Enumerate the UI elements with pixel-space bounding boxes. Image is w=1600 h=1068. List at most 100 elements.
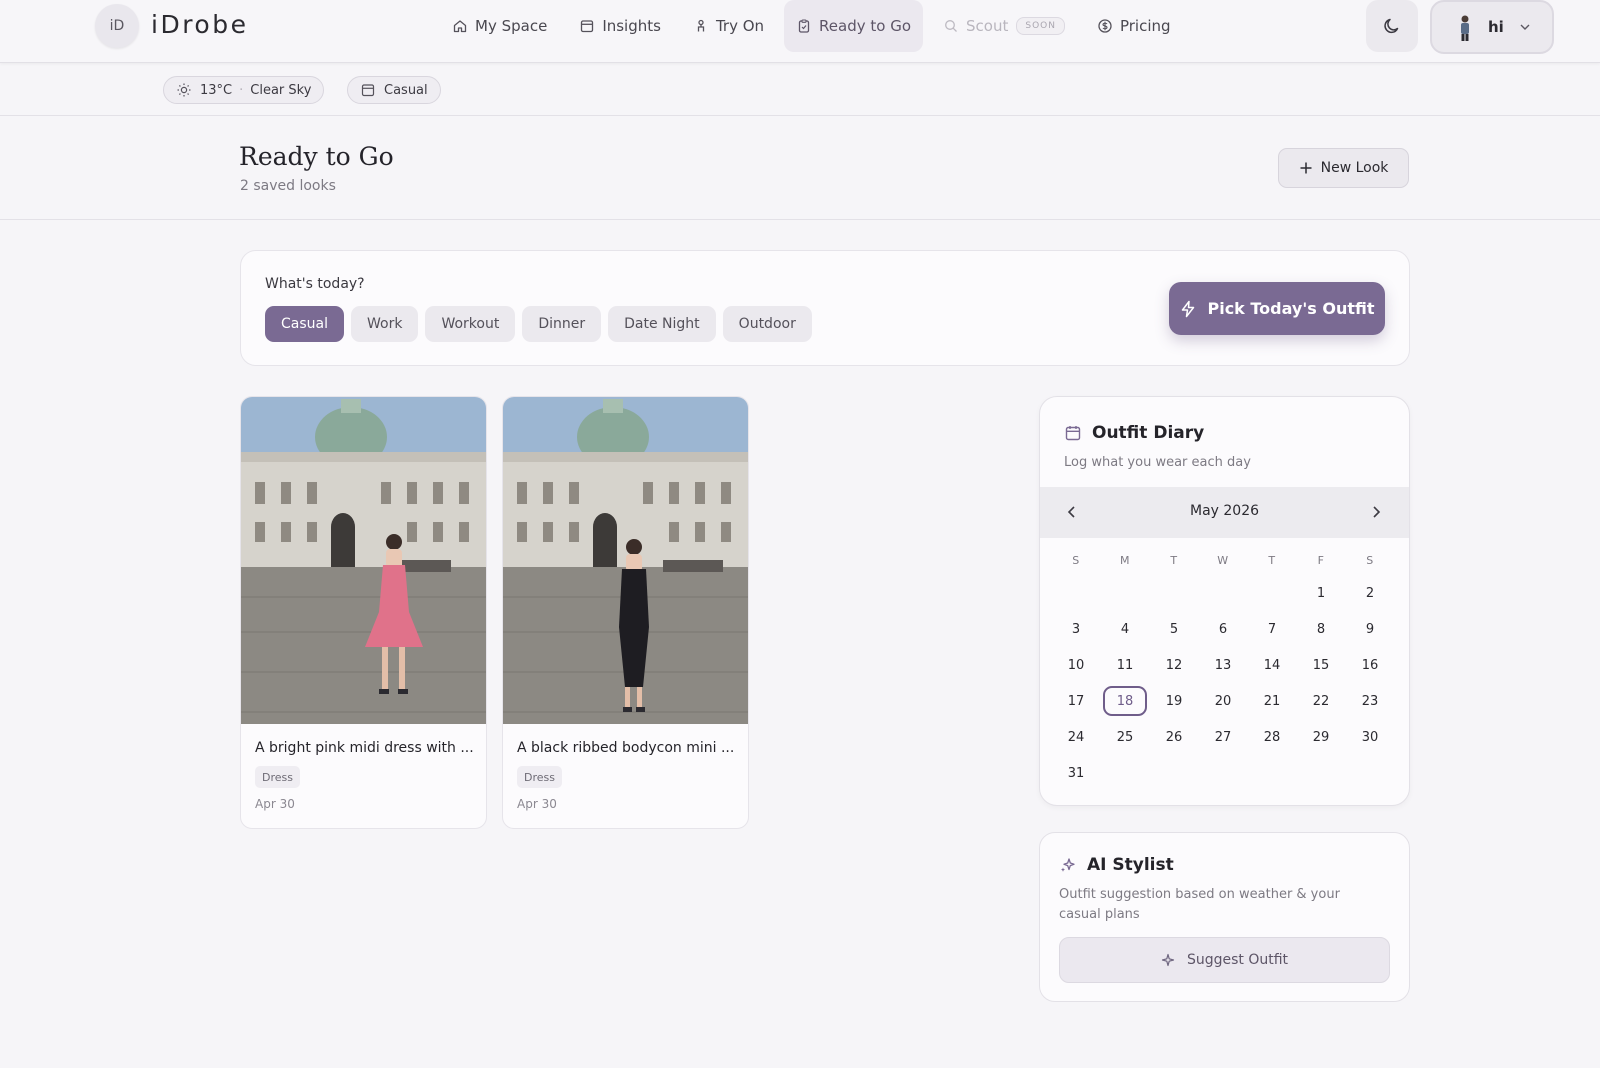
logo-badge[interactable]: iD	[95, 4, 139, 48]
occasion-card: What's today? Casual Work Workout Dinner…	[240, 250, 1410, 366]
search-icon	[945, 20, 957, 32]
ai-stylist-card: AI Stylist Outfit suggestion based on we…	[1039, 832, 1410, 1002]
calendar-day[interactable]: 26	[1152, 722, 1196, 752]
nav-label: Insights	[602, 17, 661, 35]
home-icon	[453, 20, 467, 33]
context-bar: 13°C · Clear Sky Casual	[0, 63, 1600, 116]
occasion-chip[interactable]: Casual	[347, 76, 441, 104]
calendar-day[interactable]: 14	[1250, 650, 1294, 680]
calendar-day[interactable]: 10	[1054, 650, 1098, 680]
calendar-icon	[581, 20, 594, 33]
calendar-day[interactable]: 23	[1348, 686, 1392, 716]
calendar-day[interactable]: 6	[1201, 614, 1245, 644]
calendar-day[interactable]: 29	[1299, 722, 1343, 752]
occasion-label: Casual	[384, 82, 428, 98]
suggest-outfit-button[interactable]: Suggest Outfit	[1059, 937, 1390, 983]
look-title: A black ribbed bodycon mini ...	[517, 740, 735, 756]
new-look-button[interactable]: New Look	[1278, 148, 1409, 188]
calendar-day[interactable]: 28	[1250, 722, 1294, 752]
avatar	[1461, 15, 1469, 41]
calendar-day[interactable]: 2	[1348, 578, 1392, 608]
calendar-day-today[interactable]: 18	[1103, 686, 1147, 716]
user-menu-button[interactable]: hi	[1430, 0, 1554, 54]
calendar-day[interactable]: 31	[1054, 758, 1098, 788]
weather-chip[interactable]: 13°C · Clear Sky	[163, 76, 325, 104]
nav-item-pricing[interactable]: Pricing	[1085, 0, 1183, 52]
occasion-option-outdoor[interactable]: Outdoor	[722, 306, 812, 342]
occasion-question: What's today?	[265, 276, 365, 292]
main-nav: My Space Insights Try On Ready to Go Sco…	[440, 0, 1191, 52]
occasion-option-workout[interactable]: Workout	[425, 306, 516, 342]
look-card[interactable]: A black ribbed bodycon mini ... Dress Ap…	[502, 396, 749, 829]
ai-stylist-title: AI Stylist	[1087, 855, 1174, 875]
nav-label: Try On	[715, 17, 765, 35]
calendar-day[interactable]: 8	[1299, 614, 1343, 644]
look-title: A bright pink midi dress with ...	[255, 740, 474, 756]
calendar-day[interactable]: 21	[1250, 686, 1294, 716]
calendar-day[interactable]: 22	[1299, 686, 1343, 716]
calendar-day[interactable]: 12	[1152, 650, 1196, 680]
moon-icon	[1384, 18, 1399, 34]
calendar-day[interactable]: 3	[1054, 614, 1098, 644]
nav-item-scout: Scout SOON	[931, 0, 1077, 52]
theme-toggle-button[interactable]	[1366, 0, 1418, 52]
dress-shape	[619, 569, 649, 687]
sky-condition: Clear Sky	[250, 82, 312, 98]
plus-icon	[1300, 162, 1312, 174]
ai-stylist-description: Outfit suggestion based on weather & you…	[1059, 887, 1340, 922]
occasion-option-work[interactable]: Work	[351, 306, 419, 342]
calendar-day[interactable]: 5	[1152, 614, 1196, 644]
look-category-tag: Dress	[517, 766, 562, 788]
chevron-down-icon	[1520, 24, 1530, 30]
dollar-icon	[1098, 19, 1112, 33]
pick-outfit-button[interactable]: Pick Today's Outfit	[1169, 282, 1385, 335]
new-look-label: New Look	[1320, 160, 1389, 176]
user-label: hi	[1488, 18, 1504, 36]
calendar-day[interactable]: 17	[1054, 686, 1098, 716]
occasion-option-casual[interactable]: Casual	[265, 306, 344, 342]
brand-name[interactable]: iDrobe	[151, 10, 248, 39]
calendar-day[interactable]: 16	[1348, 650, 1392, 680]
divider	[0, 219, 1600, 220]
ai-stylist-header: AI Stylist	[1059, 855, 1174, 875]
nav-item-ready-to-go[interactable]: Ready to Go	[784, 0, 924, 52]
occasion-options: Casual Work Workout Dinner Date Night Ou…	[265, 306, 819, 342]
calendar-day[interactable]: 15	[1299, 650, 1343, 680]
suggest-outfit-label: Suggest Outfit	[1186, 952, 1289, 968]
calendar-day[interactable]: 7	[1250, 614, 1294, 644]
nav-item-my-space[interactable]: My Space	[440, 0, 559, 52]
occasion-option-date-night[interactable]: Date Night	[608, 306, 716, 342]
calendar-day[interactable]: 24	[1054, 722, 1098, 752]
lightning-icon	[1182, 300, 1195, 317]
calendar-day[interactable]: 13	[1201, 650, 1245, 680]
look-card[interactable]: A bright pink midi dress with ... Dress …	[240, 396, 487, 829]
look-date: Apr 30	[517, 797, 557, 811]
calendar-day[interactable]: 20	[1201, 686, 1245, 716]
occasion-option-dinner[interactable]: Dinner	[522, 306, 602, 342]
sparkle-icon	[1161, 953, 1175, 967]
soon-badge: SOON	[1016, 17, 1065, 35]
calendar-day[interactable]: 19	[1152, 686, 1196, 716]
nav-label: My Space	[475, 17, 548, 35]
clipboard-icon	[798, 19, 810, 33]
calendar-grid: 1 2 3 4 5 6 7 8 9 10 11 12 13 14 15 16 17 18 19 20 21 22 23 24 2…	[1040, 397, 1409, 805]
calendar-day[interactable]: 11	[1103, 650, 1147, 680]
look-photo	[241, 397, 486, 724]
calendar-day[interactable]: 27	[1201, 722, 1245, 752]
calendar-day[interactable]: 25	[1103, 722, 1147, 752]
calendar-icon	[361, 84, 375, 97]
look-category-tag: Dress	[255, 766, 300, 788]
page-title: Ready to Go	[239, 142, 394, 171]
nav-item-insights[interactable]: Insights	[567, 0, 673, 52]
nav-label: Ready to Go	[819, 17, 912, 35]
temperature: 13°C	[200, 82, 233, 98]
calendar-day[interactable]: 1	[1299, 578, 1343, 608]
outfit-diary-card: Outfit Diary Log what you wear each day …	[1039, 396, 1410, 806]
nav-item-try-on[interactable]: Try On	[681, 0, 776, 52]
calendar-day[interactable]: 9	[1348, 614, 1392, 644]
calendar-day[interactable]: 4	[1103, 614, 1147, 644]
separator-dot: ·	[239, 82, 244, 98]
look-photo	[503, 397, 748, 724]
calendar-day[interactable]: 30	[1348, 722, 1392, 752]
saved-count: 2 saved looks	[240, 178, 336, 194]
